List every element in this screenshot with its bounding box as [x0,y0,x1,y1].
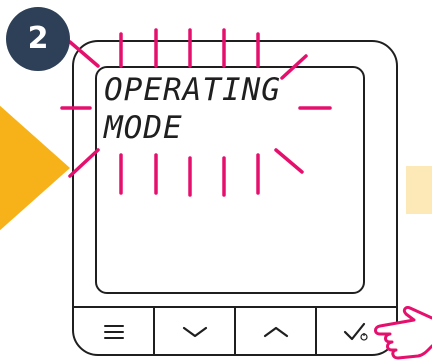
menu-icon [103,325,124,339]
up-button[interactable] [236,308,317,356]
menu-button[interactable] [74,308,155,356]
button-bar [74,306,396,356]
chevron-down-icon [182,326,207,338]
down-button[interactable] [155,308,236,356]
instruction-step: OPERATING MODE 2 [0,0,432,361]
next-step-arrow-icon [406,166,432,214]
display-text-line-1: OPERATING [104,72,281,108]
chevron-up-icon [263,326,288,338]
confirm-power-button[interactable] [317,308,396,356]
step-number-badge: 2 [6,7,70,71]
next-step-arrow-icon [0,105,70,231]
display-text-line-2: MODE [104,110,183,146]
check-power-icon [343,322,368,341]
